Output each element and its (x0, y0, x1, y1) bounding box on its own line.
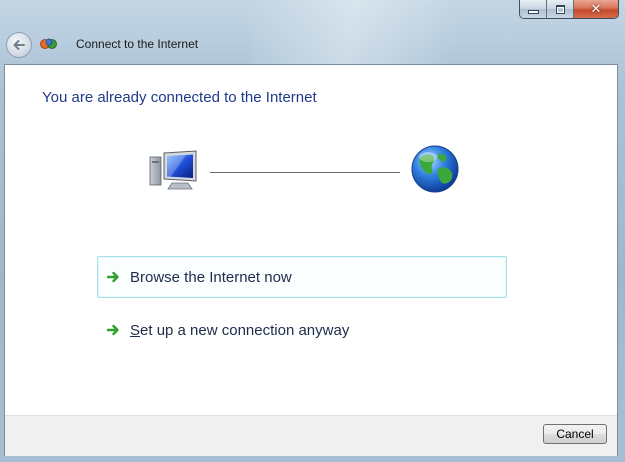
window-title: Connect to the Internet (76, 37, 199, 51)
browse-internet-label: Browse the Internet now (130, 268, 292, 286)
setup-new-connection-label: Set up a new connection anyway (130, 321, 350, 339)
minimize-button[interactable] (520, 0, 547, 18)
back-arrow-icon (13, 40, 25, 50)
maximize-button[interactable] (547, 0, 574, 18)
access-key: S (130, 321, 141, 339)
page-heading: You are already connected to the Interne… (42, 89, 317, 106)
green-arrow-icon (107, 271, 119, 283)
window-frame: ✕ Connect to the Internet You are alread… (0, 0, 625, 462)
button-bar: Cancel (5, 415, 617, 456)
setup-new-connection-link[interactable]: Set up a new connection anyway (97, 309, 507, 351)
browse-internet-link[interactable]: Browse the Internet now (97, 256, 507, 298)
maximize-icon (555, 4, 565, 14)
cancel-button[interactable]: Cancel (543, 424, 607, 444)
wizard-content: You are already connected to the Interne… (4, 64, 618, 456)
caption-buttons: ✕ (519, 0, 619, 19)
computer-icon (149, 150, 197, 190)
globe-icon (411, 145, 459, 193)
close-icon: ✕ (590, 1, 602, 17)
close-button[interactable]: ✕ (574, 0, 618, 18)
network-connect-icon (40, 38, 57, 49)
green-arrow-icon (107, 324, 119, 336)
glass-reflection (250, 0, 450, 64)
back-button[interactable] (6, 32, 32, 58)
minimize-icon (527, 10, 539, 14)
connection-line (210, 172, 400, 173)
